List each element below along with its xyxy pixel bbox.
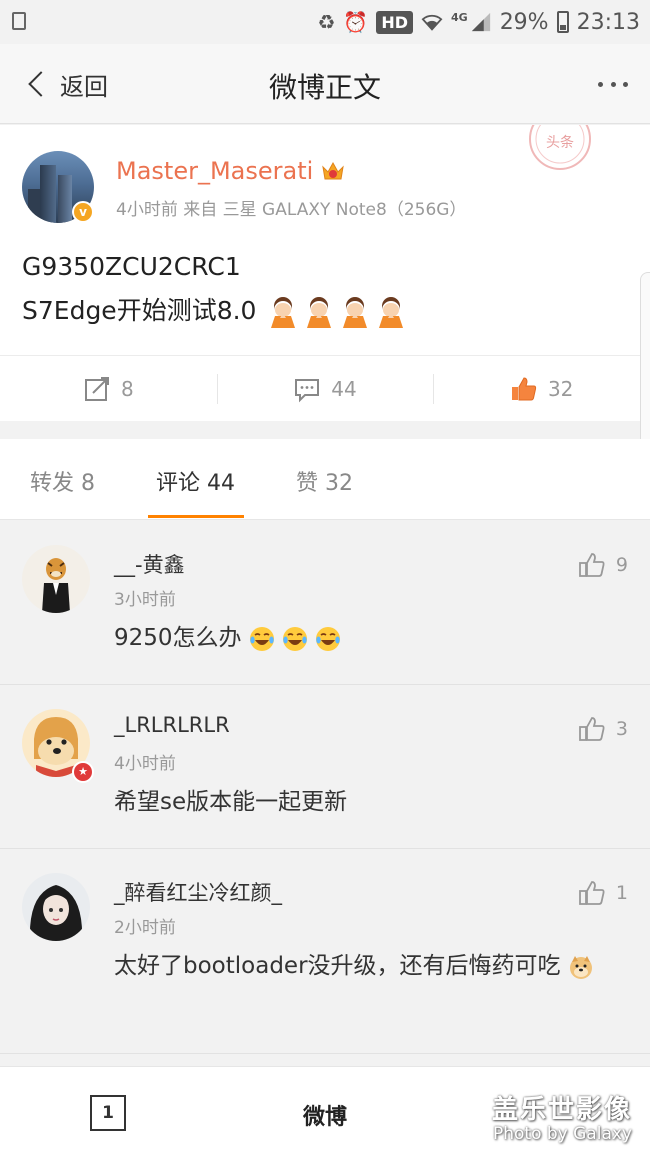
comment-list: __-黄鑫 3小时前 9250怎么办 9 ★ _LRLRLRLR 4小时前 希望…: [0, 521, 650, 1054]
tab-likes[interactable]: 赞 32: [296, 465, 353, 497]
tab-reposts[interactable]: 转发 8: [30, 465, 95, 497]
doge-emoji-icon: [569, 955, 592, 979]
post-text-line2-wrap: S7Edge开始测试8.0: [22, 289, 406, 333]
list-item: __-黄鑫 3小时前 9250怎么办 9: [0, 521, 650, 685]
headline-stamp-icon: 头条: [529, 125, 591, 170]
thumbs-up-icon: [579, 553, 605, 577]
repost-button[interactable]: 8: [0, 356, 217, 421]
more-dot-icon: [598, 81, 603, 87]
battery-percent: 29%: [499, 9, 549, 35]
post-body: G9350ZCU2CRC1 S7Edge开始测试8.0: [22, 245, 406, 333]
bottom-bar: 1 微博 盖乐世影像 Photo by Galaxy: [0, 1066, 650, 1156]
thumbs-up-icon: [579, 881, 605, 905]
comment-text: 9250怎么办: [114, 625, 242, 651]
comment-text-wrap: 9250怎么办: [114, 619, 634, 657]
praying-person-emoji-icon: [271, 297, 296, 328]
post-action-bar: 8 44 32: [0, 355, 650, 421]
hd-badge: HD: [376, 10, 413, 34]
status-icons: ♻ ⏰ HD 4G 29% 23:13: [317, 6, 640, 38]
list-item: _醉看红尘冷红颜_ 2小时前 太好了bootloader没升级，还有后悔药可吃 …: [0, 849, 650, 1054]
verified-badge-icon: v: [72, 201, 94, 223]
more-options-button[interactable]: [598, 74, 628, 94]
comment-time: 3小时前: [114, 590, 176, 610]
post-username[interactable]: Master_Maserati: [116, 157, 313, 185]
battery-saver-icon: ♻: [317, 10, 336, 34]
thumbs-up-icon: [579, 717, 605, 741]
comment-tabs: 转发 8 评论 44 赞 32: [0, 439, 650, 520]
alarm-icon: ⏰: [343, 10, 369, 34]
praying-person-emoji-icon: [343, 297, 368, 328]
achievement-badge-icon: ★: [72, 761, 94, 783]
wifi-icon: [421, 14, 443, 31]
comment-author[interactable]: __-黄鑫: [114, 549, 185, 579]
sim-card-icon: [12, 12, 26, 30]
watermark-subtitle: Photo by Galaxy: [492, 1124, 632, 1144]
comment-like-button[interactable]: 3: [578, 715, 628, 743]
clock: 23:13: [576, 9, 640, 35]
avatar[interactable]: [22, 873, 90, 941]
comment-text: 太好了bootloader没升级，还有后悔药可吃: [114, 953, 561, 979]
avatar[interactable]: [22, 545, 90, 613]
like-button[interactable]: 32: [433, 356, 650, 421]
cell-signal-icon: [471, 12, 490, 32]
nav-bar: 返回 微博正文: [0, 44, 650, 124]
repost-count: 8: [120, 376, 134, 401]
more-dot-icon: [623, 81, 628, 87]
active-tab-indicator: [148, 515, 244, 518]
page-title: 微博正文: [268, 71, 381, 104]
stamp-label: 头条: [546, 134, 574, 151]
tab-comments[interactable]: 评论 44: [156, 465, 235, 497]
praying-person-emoji-icon: [379, 297, 404, 328]
photo-watermark: 盖乐世影像 Photo by Galaxy: [492, 1089, 632, 1144]
laughing-tears-emoji-icon: [283, 626, 308, 651]
comment-time: 4小时前: [114, 754, 176, 774]
post-meta: 4小时前 来自 三星 GALAXY Note8（256G）: [116, 200, 467, 220]
watermark-title: 盖乐世影像: [491, 1095, 632, 1125]
emoji-row: [268, 296, 406, 328]
comment-button[interactable]: 44: [216, 356, 434, 421]
more-dot-icon: [610, 81, 616, 87]
comment-like-button[interactable]: 9: [578, 551, 628, 579]
comment-like-count: 3: [615, 718, 628, 740]
comment-author[interactable]: _LRLRLRLR: [114, 713, 230, 737]
repost-icon: [84, 376, 109, 401]
comment-icon: [295, 378, 320, 402]
like-count: 32: [547, 376, 574, 401]
network-type: 4G: [451, 10, 468, 24]
praying-person-emoji-icon: [307, 297, 332, 328]
anime-girl-avatar-icon: [29, 885, 83, 941]
comment-count: 44: [331, 376, 357, 401]
post-text-line1: G9350ZCU2CRC1: [22, 252, 241, 281]
comment-like-button[interactable]: 1: [578, 879, 628, 907]
laughing-tears-emoji-icon: [316, 626, 341, 651]
comment-time: 2小时前: [114, 918, 176, 938]
comment-text: 希望se版本能一起更新: [114, 789, 348, 815]
laughing-tears-emoji-icon: [249, 626, 274, 651]
status-bar: ♻ ⏰ HD 4G 29% 23:13: [0, 0, 650, 44]
post-card: v Master_Maserati 4小时前 来自 三星 GALAXY Note…: [0, 125, 650, 355]
list-item: ★ _LRLRLRLR 4小时前 希望se版本能一起更新 3: [0, 685, 650, 849]
post-text-line2: S7Edge开始测试8.0: [22, 296, 257, 325]
battery-icon: [556, 11, 569, 33]
comment-like-count: 9: [615, 554, 628, 576]
comment-author[interactable]: _醉看红尘冷红颜_: [114, 877, 282, 907]
thumbs-up-filled-icon: [511, 376, 537, 400]
comment-text-wrap: 太好了bootloader没升级，还有后悔药可吃: [114, 947, 634, 985]
comment-like-count: 1: [615, 882, 628, 904]
tiger-suit-avatar-icon: [42, 558, 70, 613]
vip-crown-icon: [322, 161, 344, 180]
